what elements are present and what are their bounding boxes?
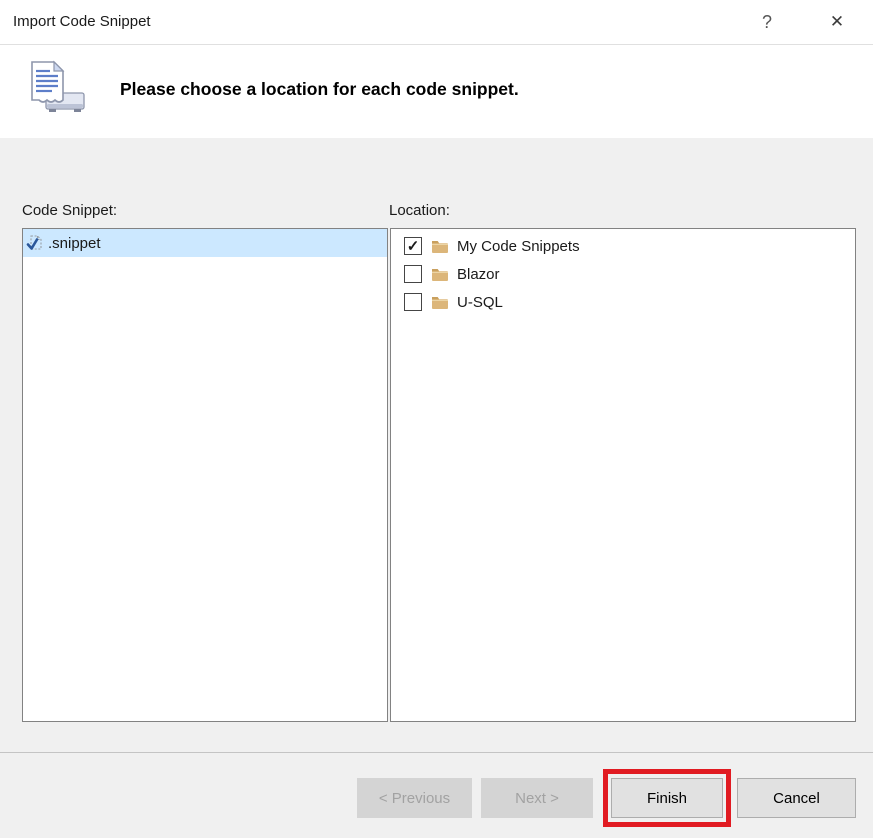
folder-icon [431,267,449,282]
location-name: Blazor [457,266,500,283]
next-button: Next > [481,778,593,818]
finish-button[interactable]: Finish [611,778,723,818]
location-name: U-SQL [457,294,503,311]
location-list[interactable]: ✓ My Code Snippets [390,228,856,722]
folder-icon [431,295,449,310]
location-name: My Code Snippets [457,238,580,255]
location-list-item[interactable]: Blazor [391,260,855,288]
close-icon: ✕ [830,12,844,32]
title-bar: Import Code Snippet ? ✕ [0,0,873,45]
location-checkbox[interactable] [404,265,422,283]
content-area: Code Snippet: Location: .snippet ✓ [0,138,873,752]
location-list-item[interactable]: U-SQL [391,288,855,316]
location-list-item[interactable]: ✓ My Code Snippets [391,232,855,260]
code-snippet-label: Code Snippet: [22,202,117,219]
snippet-name: .snippet [48,235,101,252]
cancel-button[interactable]: Cancel [737,778,856,818]
footer: < Previous Next > Finish Cancel [0,752,873,838]
help-icon: ? [762,12,772,33]
snippet-file-icon [26,234,45,253]
location-checkbox[interactable]: ✓ [404,237,422,255]
window-title: Import Code Snippet [13,0,151,44]
checkmark-icon: ✓ [407,239,420,254]
snippet-list-item[interactable]: .snippet [23,229,387,257]
close-button[interactable]: ✕ [820,0,854,44]
banner-message: Please choose a location for each code s… [120,46,519,132]
import-code-snippet-icon [22,56,88,122]
location-checkbox[interactable] [404,293,422,311]
previous-button: < Previous [357,778,472,818]
finish-annotation-highlight: Finish [603,769,731,827]
banner: Please choose a location for each code s… [0,46,873,138]
code-snippet-list[interactable]: .snippet [22,228,388,722]
help-button[interactable]: ? [750,0,784,44]
location-label: Location: [389,202,450,219]
folder-icon [431,239,449,254]
